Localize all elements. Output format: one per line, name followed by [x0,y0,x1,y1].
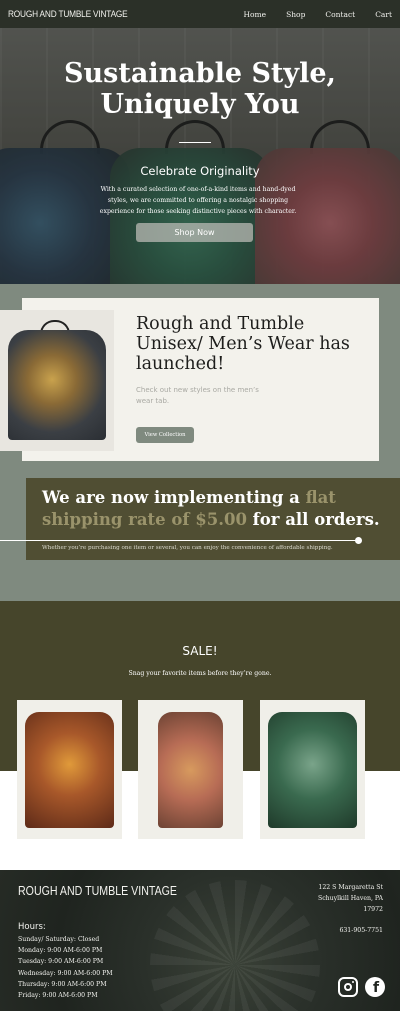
hero-subtitle: Celebrate Originality [140,164,260,178]
top-nav: ROUGH AND TUMBLE VINTAGE Home Shop Conta… [0,0,400,28]
address-line: 122 S Margaretta St [318,884,383,891]
shop-now-button[interactable]: Shop Now [136,223,253,242]
hours-item: Monday: 9:00 AM-6:00 PM [18,947,103,955]
nav-link-contact[interactable]: Contact [325,10,355,19]
shipping-text-pre: We are now implementing a [42,488,306,507]
hours-title: Hours: [18,922,46,932]
hero-divider [179,142,211,143]
launch-title: Rough and Tumble Unisex/ Men’s Wear has … [136,314,350,374]
product-image [158,712,223,828]
sale-product-card[interactable] [260,700,365,839]
mens-shirt-photo[interactable] [0,310,114,451]
footer-address: 122 S Margaretta St Schuylkill Haven, PA… [318,882,383,915]
hours-item: Sunday/ Saturday: Closed [18,936,100,943]
launch-description: Check out new styles on the men’s wear t… [136,386,259,405]
shipping-divider-dot [355,537,362,544]
sale-product-card[interactable] [17,700,122,839]
hours-item: Tuesday: 9:00 AM-6:00 PM [18,958,104,966]
shipping-text-post: for all orders. [246,510,380,529]
shipping-divider [0,540,359,541]
address-line: Schuylkill Haven, PA [317,895,383,902]
hero-description: With a curated selection of one-of-a-kin… [99,186,297,215]
hero-banner: Sustainable Style, Uniquely You Celebrat… [0,28,400,284]
nav-link-cart[interactable]: Cart [375,10,392,19]
hero-title: Sustainable Style, Uniquely You [64,58,336,120]
instagram-icon[interactable] [338,977,358,997]
hours-list: Sunday/ Saturday: Closed Monday: 9:00 AM… [18,934,113,1001]
address-line: 17972 [363,906,383,913]
shipping-headline: We are now implementing a flat shipping … [42,487,382,531]
sale-subtitle: Snag your favorite items before they’re … [128,670,272,677]
footer-brand[interactable]: ROUGH AND TUMBLE VINTAGE [18,884,177,898]
nav-link-shop[interactable]: Shop [286,10,305,19]
brand-logo[interactable]: ROUGH AND TUMBLE VINTAGE [8,9,128,19]
sale-product-card[interactable] [138,700,243,839]
product-image [25,712,114,828]
nav-link-home[interactable]: Home [243,10,266,19]
hours-item: Thursday: 9:00 AM-6:00 PM [18,980,107,988]
product-image [268,712,357,828]
shirt-image [8,330,106,440]
shipping-note: Whether you’re purchasing one item or se… [42,545,333,551]
facebook-icon[interactable]: f [365,977,385,997]
hours-item: Friday: 9:00 AM-6:00 PM [18,992,98,1000]
hours-item: Wednesday: 9:00 AM-6:00 PM [18,969,113,977]
view-collection-button[interactable]: View Collection [136,427,194,443]
footer-phone[interactable]: 631-905-7751 [339,927,383,934]
footer-background [150,880,320,1011]
sale-title: SALE! [182,644,218,658]
nav-menu: Home Shop Contact Cart [223,10,392,19]
